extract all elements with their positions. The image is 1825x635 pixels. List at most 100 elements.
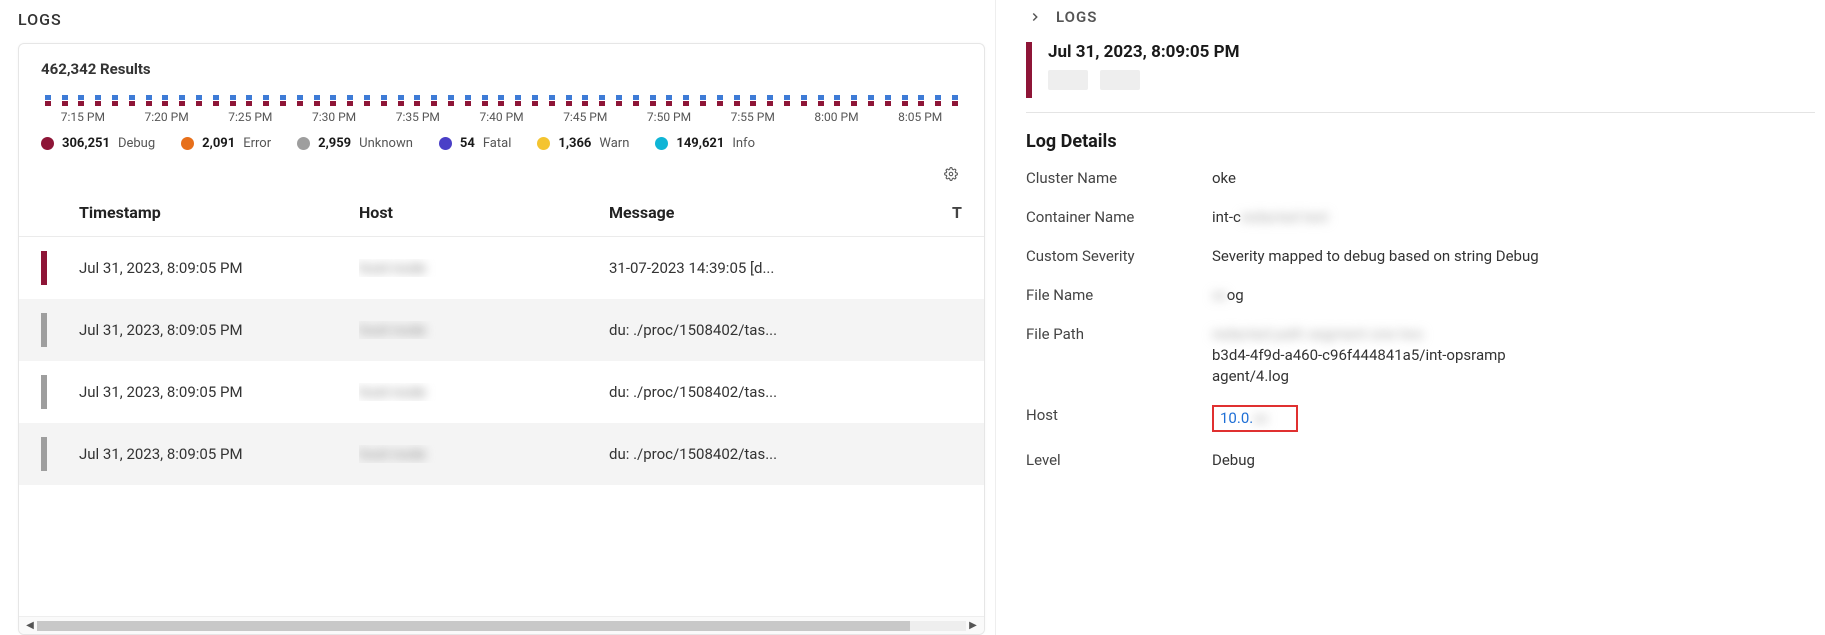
legend-item[interactable]: 54Fatal [439, 136, 511, 151]
col-timestamp[interactable]: Timestamp [79, 203, 359, 222]
sparkline-bar[interactable] [293, 88, 307, 106]
field-cluster-name: Cluster Name oke [1026, 168, 1825, 189]
sparkline-bar[interactable] [914, 88, 928, 106]
horizontal-scrollbar[interactable]: ◀ ▶ [19, 616, 984, 634]
legend-dot-icon [297, 137, 310, 150]
sparkline-bar[interactable] [948, 88, 962, 106]
cell-timestamp: Jul 31, 2023, 8:09:05 PM [79, 445, 359, 463]
severity-marker [41, 437, 47, 471]
selected-timestamp: Jul 31, 2023, 8:09:05 PM [1048, 42, 1240, 62]
legend-label: Debug [118, 136, 155, 151]
legend-item[interactable]: 1,366Warn [537, 136, 629, 151]
sparkline-bar[interactable] [579, 88, 593, 106]
sparkline-bar[interactable] [629, 88, 643, 106]
cell-message: du: ./proc/1508402/tas... [609, 383, 984, 401]
sparkline-bar[interactable] [91, 88, 105, 106]
sparkline-bar[interactable] [881, 88, 895, 106]
sparkline-bar[interactable] [444, 88, 458, 106]
app-root: LOGS 462,342 Results 7:15 PM7:20 PM7:25 … [0, 0, 1825, 635]
sparkline-bar[interactable] [696, 88, 710, 106]
legend-item[interactable]: 149,621Info [655, 136, 755, 151]
table-row[interactable]: Jul 31, 2023, 8:09:05 PMhost-nodedu: ./p… [19, 423, 984, 485]
legend-count: 2,959 [318, 136, 351, 151]
scroll-left-icon[interactable]: ◀ [23, 619, 37, 633]
table-settings-button[interactable] [938, 161, 964, 187]
legend-dot-icon [181, 137, 194, 150]
scroll-right-icon[interactable]: ▶ [966, 619, 980, 633]
cell-timestamp: Jul 31, 2023, 8:09:05 PM [79, 383, 359, 401]
sparkline-bar[interactable] [478, 88, 492, 106]
sparkline-bar[interactable] [175, 88, 189, 106]
sparkline-bar[interactable] [209, 88, 223, 106]
tag-chip[interactable] [1100, 70, 1140, 90]
sparkline-bar[interactable] [545, 88, 559, 106]
sparkline-bar[interactable] [595, 88, 609, 106]
severity-marker [41, 375, 47, 409]
legend-item[interactable]: 2,091Error [181, 136, 271, 151]
sparkline-bar[interactable] [41, 88, 55, 106]
sparkline-bar[interactable] [327, 88, 341, 106]
sparkline-bar[interactable] [931, 88, 945, 106]
selected-log-header: Jul 31, 2023, 8:09:05 PM [1026, 42, 1825, 98]
sparkline-bar[interactable] [461, 88, 475, 106]
sparkline-bar[interactable] [847, 88, 861, 106]
sparkline-bar[interactable] [746, 88, 760, 106]
table-row[interactable]: Jul 31, 2023, 8:09:05 PMhost-nodedu: ./p… [19, 299, 984, 361]
sparkline-bar[interactable] [562, 88, 576, 106]
sparkline-bar[interactable] [75, 88, 89, 106]
sparkline-bar[interactable] [108, 88, 122, 106]
sparkline-bar[interactable] [192, 88, 206, 106]
log-details-title: Log Details [1026, 131, 1825, 152]
legend-dot-icon [41, 137, 54, 150]
sparkline-bar[interactable] [763, 88, 777, 106]
col-message[interactable]: Message [609, 203, 952, 222]
sparkline-bar[interactable] [730, 88, 744, 106]
sparkline-bar[interactable] [511, 88, 525, 106]
sparkline-bar[interactable] [898, 88, 912, 106]
sparkline-bar[interactable] [662, 88, 676, 106]
sparkline-bar[interactable] [394, 88, 408, 106]
sparkline-bar[interactable] [360, 88, 374, 106]
breadcrumb[interactable]: LOGS [1026, 8, 1825, 42]
sparkline-bar[interactable] [310, 88, 324, 106]
sparkline-bar[interactable] [58, 88, 72, 106]
cell-message: du: ./proc/1508402/tas... [609, 321, 984, 339]
sparkline-bar[interactable] [226, 88, 240, 106]
col-tail[interactable]: T [952, 203, 962, 222]
table-row[interactable]: Jul 31, 2023, 8:09:05 PMhost-node31-07-2… [19, 237, 984, 299]
sparkline-bar[interactable] [142, 88, 156, 106]
sparkline-bar[interactable] [427, 88, 441, 106]
sparkline-bar[interactable] [125, 88, 139, 106]
sparkline-bar[interactable] [797, 88, 811, 106]
sparkline-bar[interactable] [612, 88, 626, 106]
table-row[interactable]: Jul 31, 2023, 8:09:05 PMhost-nodedu: ./p… [19, 361, 984, 423]
chevron-right-icon [1026, 8, 1044, 26]
sparkline-bar[interactable] [243, 88, 257, 106]
sparkline-bar[interactable] [780, 88, 794, 106]
sparkline-bar[interactable] [713, 88, 727, 106]
tag-chip[interactable] [1048, 70, 1088, 90]
sparkline-bar[interactable] [495, 88, 509, 106]
cell-message: du: ./proc/1508402/tas... [609, 445, 984, 463]
sparkline-bar[interactable] [528, 88, 542, 106]
sparkline-bar[interactable] [830, 88, 844, 106]
sparkline-bar[interactable] [377, 88, 391, 106]
sparkline-bar[interactable] [864, 88, 878, 106]
time-tick: 7:20 PM [125, 110, 209, 124]
sparkline-bar[interactable] [679, 88, 693, 106]
host-link[interactable]: 10.0. [1220, 409, 1253, 427]
sparkline-chart[interactable]: 7:15 PM7:20 PM7:25 PM7:30 PM7:35 PM7:40 … [19, 88, 984, 124]
legend-item[interactable]: 2,959 Unknown [297, 136, 413, 151]
col-host[interactable]: Host [359, 203, 609, 222]
sparkline-bar[interactable] [646, 88, 660, 106]
sparkline-bar[interactable] [259, 88, 273, 106]
sparkline-bar[interactable] [159, 88, 173, 106]
sparkline-bar[interactable] [814, 88, 828, 106]
sparkline-bar[interactable] [276, 88, 290, 106]
sparkline-bar[interactable] [343, 88, 357, 106]
legend-item[interactable]: 306,251Debug [41, 136, 155, 151]
table-body[interactable]: Jul 31, 2023, 8:09:05 PMhost-node31-07-2… [19, 237, 984, 616]
sparkline-bar[interactable] [411, 88, 425, 106]
legend-label: Unknown [359, 136, 413, 151]
severity-marker [41, 251, 47, 285]
